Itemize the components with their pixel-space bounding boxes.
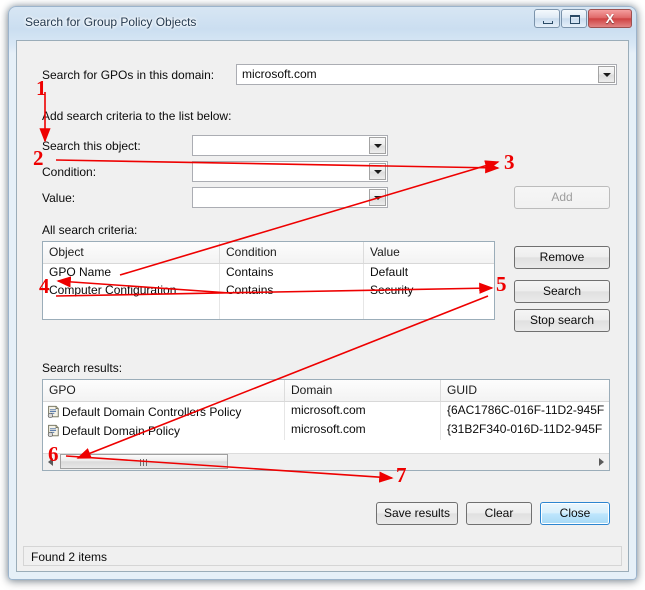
results-cell-gpo: Default Domain Controllers Policy [43, 402, 285, 421]
criteria-cell-empty [220, 300, 364, 319]
criteria-column-object[interactable]: Object [43, 242, 220, 263]
maximize-button[interactable] [561, 9, 587, 28]
results-column-guid[interactable]: GUID [441, 380, 609, 401]
table-row[interactable]: Computer Configuration Contains Security [43, 282, 494, 300]
search-button[interactable]: Search [514, 280, 610, 303]
domain-label: Search for GPOs in this domain: [42, 68, 215, 82]
criteria-cell-object: Computer Configuration [43, 282, 220, 300]
gpo-icon [47, 405, 59, 419]
results-column-domain[interactable]: Domain [285, 380, 441, 401]
clear-button[interactable]: Clear [466, 502, 532, 525]
criteria-cell-empty [43, 300, 220, 319]
close-icon: X [605, 11, 615, 26]
results-horizontal-scrollbar[interactable] [43, 453, 609, 470]
search-results-label: Search results: [42, 361, 123, 375]
results-column-gpo[interactable]: GPO [43, 380, 285, 401]
chevron-down-icon[interactable] [369, 189, 386, 206]
results-gpo-name: Default Domain Controllers Policy [62, 405, 242, 419]
stop-search-button[interactable]: Stop search [514, 309, 610, 332]
minimize-button[interactable] [534, 9, 560, 28]
list-item[interactable]: Default Domain Controllers Policy micros… [43, 402, 609, 421]
save-results-button[interactable]: Save results [376, 502, 458, 525]
results-header-row: GPO Domain GUID [43, 380, 609, 402]
value-combo[interactable] [192, 187, 388, 208]
status-bar: Found 2 items [23, 546, 622, 566]
criteria-cell-condition: Contains [220, 282, 364, 300]
screenshot-root: Search for Group Policy Objects X Search… [0, 0, 645, 590]
list-item[interactable]: Default Domain Policy microsoft.com {31B… [43, 421, 609, 440]
domain-combo-value: microsoft.com [242, 67, 317, 81]
condition-label: Condition: [42, 165, 97, 179]
scroll-left-arrow-icon[interactable] [43, 454, 59, 469]
results-cell-domain: microsoft.com [285, 402, 441, 421]
criteria-listview[interactable]: Object Condition Value GPO Name Contains… [42, 241, 495, 320]
criteria-cell-object: GPO Name [43, 264, 220, 282]
close-dialog-button[interactable]: Close [540, 502, 610, 525]
chevron-down-icon[interactable] [598, 66, 615, 83]
criteria-intro-label: Add search criteria to the list below: [42, 109, 232, 123]
criteria-cell-condition: Contains [220, 264, 364, 282]
criteria-column-value[interactable]: Value [364, 242, 494, 263]
gpo-icon [47, 424, 59, 438]
chevron-down-icon[interactable] [369, 163, 386, 180]
dialog-client-area: Search for GPOs in this domain: microsof… [16, 40, 629, 572]
remove-button[interactable]: Remove [514, 246, 610, 269]
criteria-cell-value: Default [370, 265, 409, 279]
scrollbar-thumb[interactable] [60, 454, 228, 469]
domain-combo[interactable]: microsoft.com [236, 64, 617, 85]
criteria-cell-empty [364, 300, 494, 319]
search-object-label: Search this object: [42, 139, 141, 153]
minimize-icon [543, 21, 553, 24]
results-gpo-name: Default Domain Policy [62, 424, 181, 438]
dialog-window: Search for Group Policy Objects X Search… [8, 6, 637, 580]
results-cell-guid: {31B2F340-016D-11D2-945F [447, 422, 603, 436]
criteria-column-condition[interactable]: Condition [220, 242, 364, 263]
window-controls: X [534, 9, 632, 28]
title-bar[interactable]: Search for Group Policy Objects X [9, 7, 636, 40]
status-text: Found 2 items [31, 550, 108, 564]
results-cell-gpo: Default Domain Policy [43, 421, 285, 440]
criteria-cell-value: Security [370, 283, 414, 297]
table-row-empty [43, 300, 494, 319]
value-label: Value: [42, 191, 76, 205]
all-criteria-label: All search criteria: [42, 223, 138, 237]
add-button[interactable]: Add [514, 186, 610, 209]
search-object-combo[interactable] [192, 135, 388, 156]
table-row[interactable]: GPO Name Contains Default [43, 264, 494, 282]
scroll-right-arrow-icon[interactable] [593, 454, 609, 469]
condition-combo[interactable] [192, 161, 388, 182]
results-cell-domain: microsoft.com [285, 421, 441, 440]
maximize-icon [570, 15, 580, 24]
window-title: Search for Group Policy Objects [25, 15, 197, 29]
chevron-down-icon[interactable] [369, 137, 386, 154]
criteria-header-row: Object Condition Value [43, 242, 494, 264]
results-listview[interactable]: GPO Domain GUID Default Domain Controlle… [42, 379, 610, 471]
results-cell-guid: {6AC1786C-016F-11D2-945F [447, 403, 605, 417]
close-button[interactable]: X [588, 9, 632, 28]
